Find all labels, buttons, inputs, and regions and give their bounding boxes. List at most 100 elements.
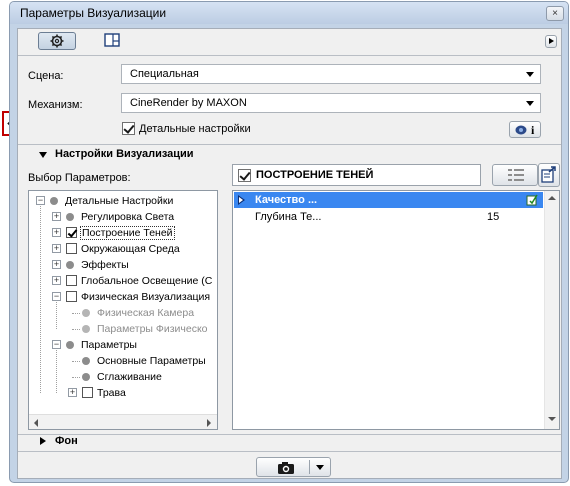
button-separator — [309, 460, 310, 474]
close-icon: × — [552, 8, 558, 19]
tree-item[interactable]: + Трава — [29, 386, 217, 400]
tree-item-label: Регулировка Света — [81, 211, 175, 223]
vertical-scrollbar[interactable] — [544, 191, 559, 429]
tree-item-label: Физическая Камера — [97, 307, 195, 319]
scroll-up-icon[interactable] — [548, 196, 556, 200]
render-button[interactable] — [256, 457, 331, 477]
collapse-icon[interactable]: − — [52, 292, 61, 301]
render-settings-heading[interactable]: Настройки Визуализации — [55, 148, 194, 160]
shadows-enable-checkbox[interactable] — [238, 169, 251, 182]
tree-checkbox[interactable] — [82, 387, 93, 398]
background-heading[interactable]: Фон — [55, 435, 78, 447]
tree-item-label: Сглаживание — [97, 371, 162, 383]
play-icon — [549, 38, 554, 44]
chevron-down-icon — [526, 72, 534, 77]
layout-icon — [104, 33, 120, 47]
tree-item-label: Окружающая Среда — [81, 243, 180, 255]
tree-item[interactable]: + Построение Теней — [29, 226, 217, 240]
tree-item[interactable]: − Параметры — [29, 338, 217, 352]
param-value[interactable]: 15 — [487, 211, 499, 223]
engine-select[interactable]: CineRender by MAXON — [121, 93, 541, 113]
dialog-content: Сцена: Специальная Механизм: CineRender … — [17, 28, 562, 479]
expand-icon[interactable]: + — [52, 228, 61, 237]
collapse-icon[interactable]: − — [36, 196, 45, 205]
tree-item-label: Построение Теней — [80, 226, 175, 240]
param-label: Качество ... — [255, 194, 318, 206]
detail-settings-label: Детальные настройки — [139, 123, 251, 135]
engine-label: Механизм: — [28, 99, 83, 111]
group-dot-icon — [66, 213, 74, 221]
tree-item-label: Эффекты — [81, 259, 129, 271]
footer-divider — [18, 434, 561, 435]
shadows-header-label: ПОСТРОЕНИЕ ТЕНЕЙ — [256, 169, 374, 181]
chevron-down-icon[interactable] — [316, 465, 324, 470]
tree-checkbox[interactable] — [66, 291, 77, 302]
group-dot-icon — [82, 309, 90, 317]
tree-checkbox[interactable] — [66, 227, 77, 238]
tree-item[interactable]: Основные Параметры — [29, 354, 217, 368]
horizontal-scrollbar[interactable] — [29, 414, 217, 429]
list-icon — [508, 169, 524, 181]
tree-item-label: Детальные Настройки — [65, 195, 174, 207]
panel-menu-button[interactable] — [545, 35, 557, 48]
tree-item[interactable]: + Регулировка Света — [29, 210, 217, 224]
tab-layout[interactable] — [104, 33, 122, 49]
expand-icon[interactable]: + — [52, 212, 61, 221]
group-dot-icon — [82, 357, 90, 365]
tab-settings[interactable] — [38, 32, 76, 50]
close-button[interactable]: × — [546, 6, 564, 21]
expand-icon[interactable]: + — [52, 276, 61, 285]
scene-label: Сцена: — [28, 70, 64, 82]
expand-triangle-icon[interactable] — [40, 437, 46, 445]
tree-item[interactable]: + Эффекты — [29, 258, 217, 272]
tree-item[interactable]: Параметры Физическо — [29, 322, 217, 336]
detail-settings-checkbox[interactable] — [122, 122, 135, 135]
toolbar-divider — [18, 55, 561, 56]
expand-icon[interactable]: + — [68, 388, 77, 397]
window-title: Параметры Визуализации — [20, 6, 167, 20]
dialog-window: Параметры Визуализации × Сцена: Специаль… — [9, 1, 569, 483]
expand-icon[interactable]: + — [52, 244, 61, 253]
param-row-shadow-depth[interactable]: Глубина Те... 15 — [234, 209, 543, 225]
tree-checkbox[interactable] — [66, 243, 77, 254]
tree-items: − Детальные Настройки + Регулировка Света + П… — [29, 191, 217, 412]
scroll-right-icon[interactable] — [207, 419, 211, 427]
export-button[interactable] — [538, 163, 560, 187]
expand-triangle-inner — [239, 197, 243, 203]
tree-item[interactable]: Физическая Камера — [29, 306, 217, 320]
note-edit-icon[interactable] — [526, 194, 538, 206]
camera-icon — [278, 462, 294, 474]
tree-item-label: Основные Параметры — [97, 355, 206, 367]
param-selection-label: Выбор Параметров: — [28, 172, 131, 184]
tree-item[interactable]: + Окружающая Среда — [29, 242, 217, 256]
scroll-left-icon[interactable] — [34, 419, 38, 427]
tree-item-label: Параметры — [81, 339, 137, 351]
gear-icon — [50, 34, 64, 48]
title-bar: Параметры Визуализации × — [10, 2, 568, 24]
tree-item[interactable]: − Физическая Визуализация — [29, 290, 217, 304]
expand-icon[interactable]: + — [52, 260, 61, 269]
parameter-list: Качество ... Глубина Те... 15 — [232, 190, 560, 430]
info-button[interactable]: i — [509, 121, 541, 138]
bottom-divider — [18, 451, 561, 452]
parameter-tree: − Детальные Настройки + Регулировка Света + П… — [28, 190, 218, 430]
scene-select[interactable]: Специальная — [121, 64, 541, 84]
group-dot-icon — [66, 261, 74, 269]
tree-checkbox[interactable] — [66, 275, 77, 286]
tree-item-label: Глобальное Освещение (С — [81, 275, 213, 287]
info-icon: i — [531, 123, 535, 137]
group-dot-icon — [50, 197, 58, 205]
right-panel-header: ПОСТРОЕНИЕ ТЕНЕЙ — [232, 164, 481, 186]
scroll-down-icon[interactable] — [548, 417, 556, 421]
collapse-triangle-icon[interactable] — [39, 152, 47, 158]
param-row-quality[interactable]: Качество ... — [234, 192, 543, 208]
engine-value: CineRender by MAXON — [130, 97, 247, 109]
list-view-button[interactable] — [492, 164, 538, 186]
group-dot-icon — [66, 341, 74, 349]
collapse-icon[interactable]: − — [52, 340, 61, 349]
tree-item[interactable]: − Детальные Настройки — [29, 194, 217, 208]
param-label: Глубина Те... — [255, 211, 322, 223]
tree-item[interactable]: Сглаживание — [29, 370, 217, 384]
tree-item[interactable]: + Глобальное Освещение (С — [29, 274, 217, 288]
scene-value: Специальная — [130, 68, 199, 80]
